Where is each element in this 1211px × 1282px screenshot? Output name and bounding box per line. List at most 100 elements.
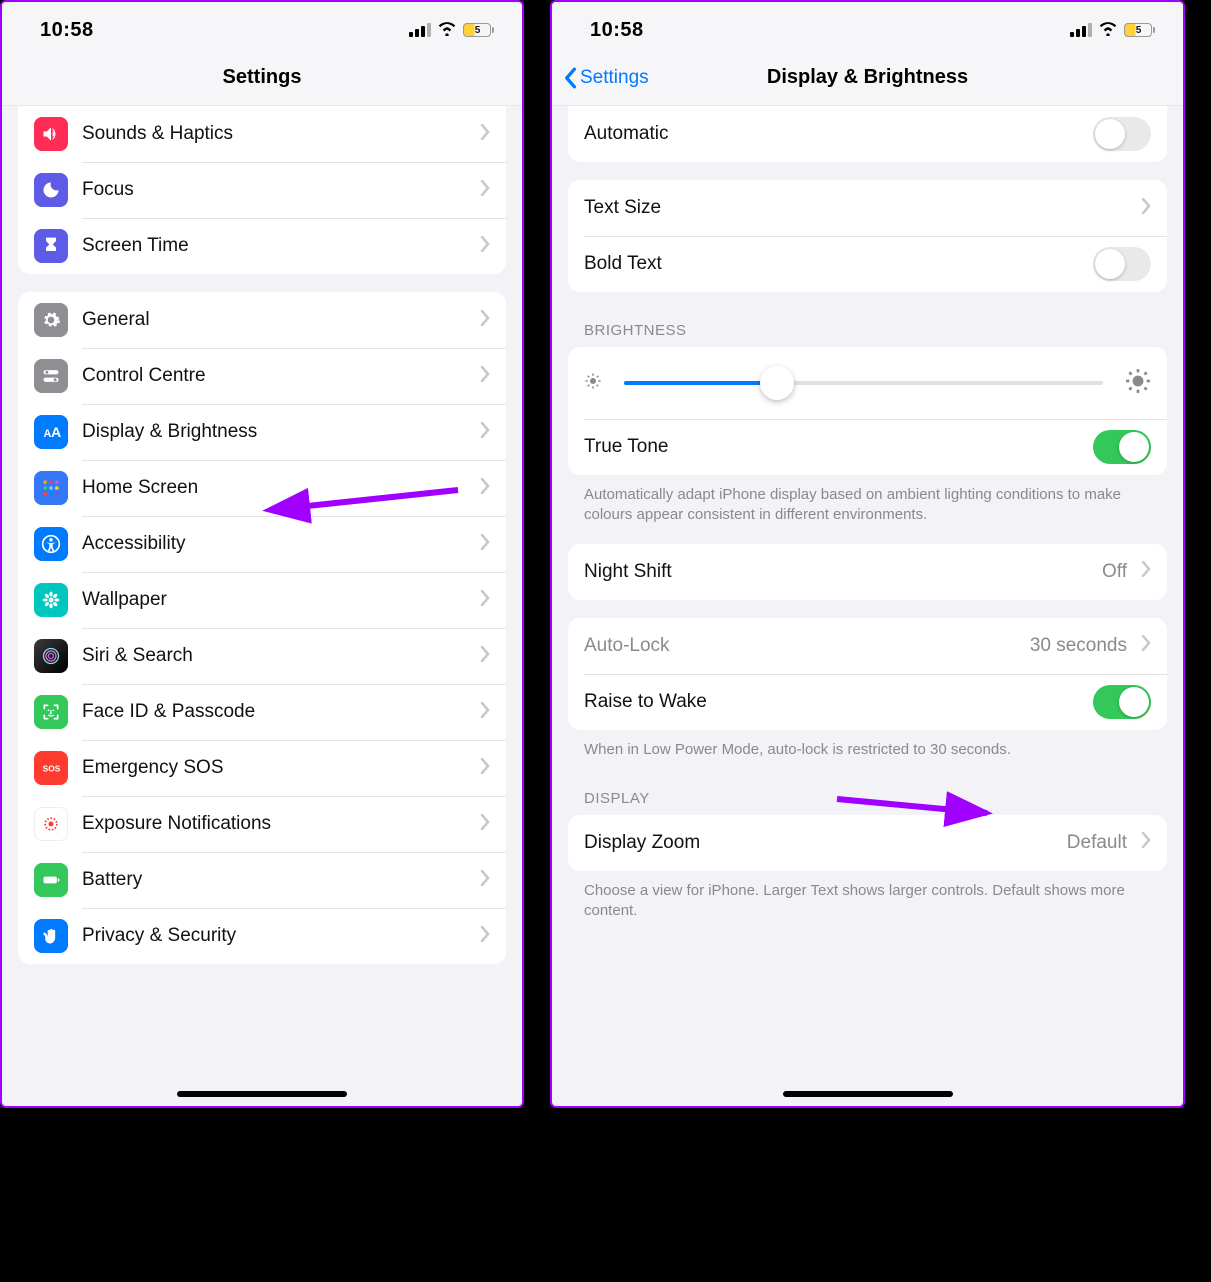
back-label: Settings [580, 67, 649, 89]
home-indicator[interactable] [177, 1091, 347, 1097]
row-value: Off [1102, 561, 1127, 583]
settings-row-exposure-notifications[interactable]: Exposure Notifications [18, 796, 506, 852]
row-label: Wallpaper [82, 589, 466, 611]
row-label: Emergency SOS [82, 757, 466, 779]
row-label: True Tone [584, 436, 1079, 458]
settings-row-sounds-haptics[interactable]: Sounds & Haptics [18, 106, 506, 162]
row-label: Automatic [584, 123, 1079, 145]
row-label: Battery [82, 869, 466, 891]
settings-row-general[interactable]: General [18, 292, 506, 348]
status-bar: 10:58 5 [2, 2, 522, 50]
battery-icon [34, 863, 68, 897]
settings-row-screen-time[interactable]: Screen Time [18, 218, 506, 274]
chevron-right-icon [480, 814, 490, 835]
display-zoom-row[interactable]: Display Zoom Default [568, 815, 1167, 871]
settings-row-display-brightness[interactable]: AA Display & Brightness [18, 404, 506, 460]
row-label: Night Shift [584, 561, 1088, 583]
settings-row-accessibility[interactable]: Accessibility [18, 516, 506, 572]
page-title: Display & Brightness [767, 66, 968, 89]
wifi-icon [437, 20, 457, 41]
signal-icon [1070, 23, 1092, 37]
nav-bar: Settings Display & Brightness [552, 50, 1183, 106]
row-label: Display & Brightness [82, 421, 466, 443]
settings-row-control-centre[interactable]: Control Centre [18, 348, 506, 404]
brightness-slider[interactable] [624, 381, 1103, 385]
true-tone-row: True Tone [568, 419, 1167, 475]
true-tone-toggle[interactable] [1093, 430, 1151, 464]
chevron-right-icon [480, 124, 490, 145]
home-indicator[interactable] [783, 1091, 953, 1097]
row-value: 30 seconds [1030, 635, 1127, 657]
settings-row-siri-search[interactable]: Siri & Search [18, 628, 506, 684]
battery-icon: 5 [463, 23, 494, 37]
row-label: Raise to Wake [584, 691, 1079, 713]
chevron-right-icon [480, 702, 490, 723]
chevron-right-icon [480, 366, 490, 387]
clock: 10:58 [590, 19, 644, 42]
nav-bar: Settings [2, 50, 522, 106]
chevron-right-icon [1141, 198, 1151, 219]
row-label: Display Zoom [584, 832, 1053, 854]
automatic-toggle[interactable] [1093, 117, 1151, 151]
right-screenshot: 10:58 5 Settings Display & Brightness Au… [550, 0, 1185, 1108]
left-screenshot: 10:58 5 Settings Sounds & Haptics FocusSc… [0, 0, 524, 1108]
exposure-icon [34, 807, 68, 841]
settings-row-home-screen[interactable]: Home Screen [18, 460, 506, 516]
raise-to-wake-row: Raise to Wake [568, 674, 1167, 730]
bold-text-toggle[interactable] [1093, 247, 1151, 281]
settings-row-focus[interactable]: Focus [18, 162, 506, 218]
settings-row-wallpaper[interactable]: Wallpaper [18, 572, 506, 628]
text-size-row[interactable]: Text Size [568, 180, 1167, 236]
auto-lock-row[interactable]: Auto-Lock 30 seconds [568, 618, 1167, 674]
row-label: Bold Text [584, 253, 1079, 275]
row-label: Text Size [584, 197, 1127, 219]
switches-icon [34, 359, 68, 393]
wifi-icon [1098, 20, 1118, 41]
row-label: Privacy & Security [82, 925, 466, 947]
chevron-right-icon [480, 870, 490, 891]
display-zoom-footer: Choose a view for iPhone. Larger Text sh… [584, 881, 1151, 922]
raise-wake-footer: When in Low Power Mode, auto-lock is res… [584, 740, 1151, 760]
chevron-right-icon [480, 478, 490, 499]
row-label: Sounds & Haptics [82, 123, 466, 145]
settings-row-privacy-security[interactable]: Privacy & Security [18, 908, 506, 964]
night-shift-row[interactable]: Night Shift Off [568, 544, 1167, 600]
sun-dim-icon [584, 372, 602, 395]
faceid-icon [34, 695, 68, 729]
status-bar: 10:58 5 [552, 2, 1183, 50]
sun-bright-icon [1125, 368, 1151, 399]
chevron-right-icon [480, 758, 490, 779]
section-header-brightness: BRIGHTNESS [584, 322, 1151, 339]
hourglass-icon [34, 229, 68, 263]
chevron-right-icon [480, 534, 490, 555]
back-button[interactable]: Settings [562, 67, 649, 89]
row-label: Exposure Notifications [82, 813, 466, 835]
chevron-right-icon [480, 646, 490, 667]
siri-icon [34, 639, 68, 673]
chevron-right-icon [480, 310, 490, 331]
chevron-right-icon [1141, 561, 1151, 582]
chevron-right-icon [1141, 635, 1151, 656]
clock: 10:58 [40, 19, 94, 42]
chevron-right-icon [480, 236, 490, 257]
svg-text:A: A [51, 425, 61, 441]
row-value: Default [1067, 832, 1127, 854]
settings-row-battery[interactable]: Battery [18, 852, 506, 908]
grid-icon [34, 471, 68, 505]
settings-row-face-id-passcode[interactable]: Face ID & Passcode [18, 684, 506, 740]
aa-icon: AA [34, 415, 68, 449]
chevron-right-icon [1141, 832, 1151, 853]
brightness-slider-row [568, 347, 1167, 419]
flower-icon [34, 583, 68, 617]
row-label: Siri & Search [82, 645, 466, 667]
chevron-right-icon [480, 926, 490, 947]
raise-to-wake-toggle[interactable] [1093, 685, 1151, 719]
bold-text-row: Bold Text [568, 236, 1167, 292]
settings-row-emergency-sos[interactable]: SOSEmergency SOS [18, 740, 506, 796]
signal-icon [409, 23, 431, 37]
true-tone-footer: Automatically adapt iPhone display based… [584, 485, 1151, 526]
speaker-icon [34, 117, 68, 151]
row-label: General [82, 309, 466, 331]
moon-icon [34, 173, 68, 207]
chevron-right-icon [480, 590, 490, 611]
